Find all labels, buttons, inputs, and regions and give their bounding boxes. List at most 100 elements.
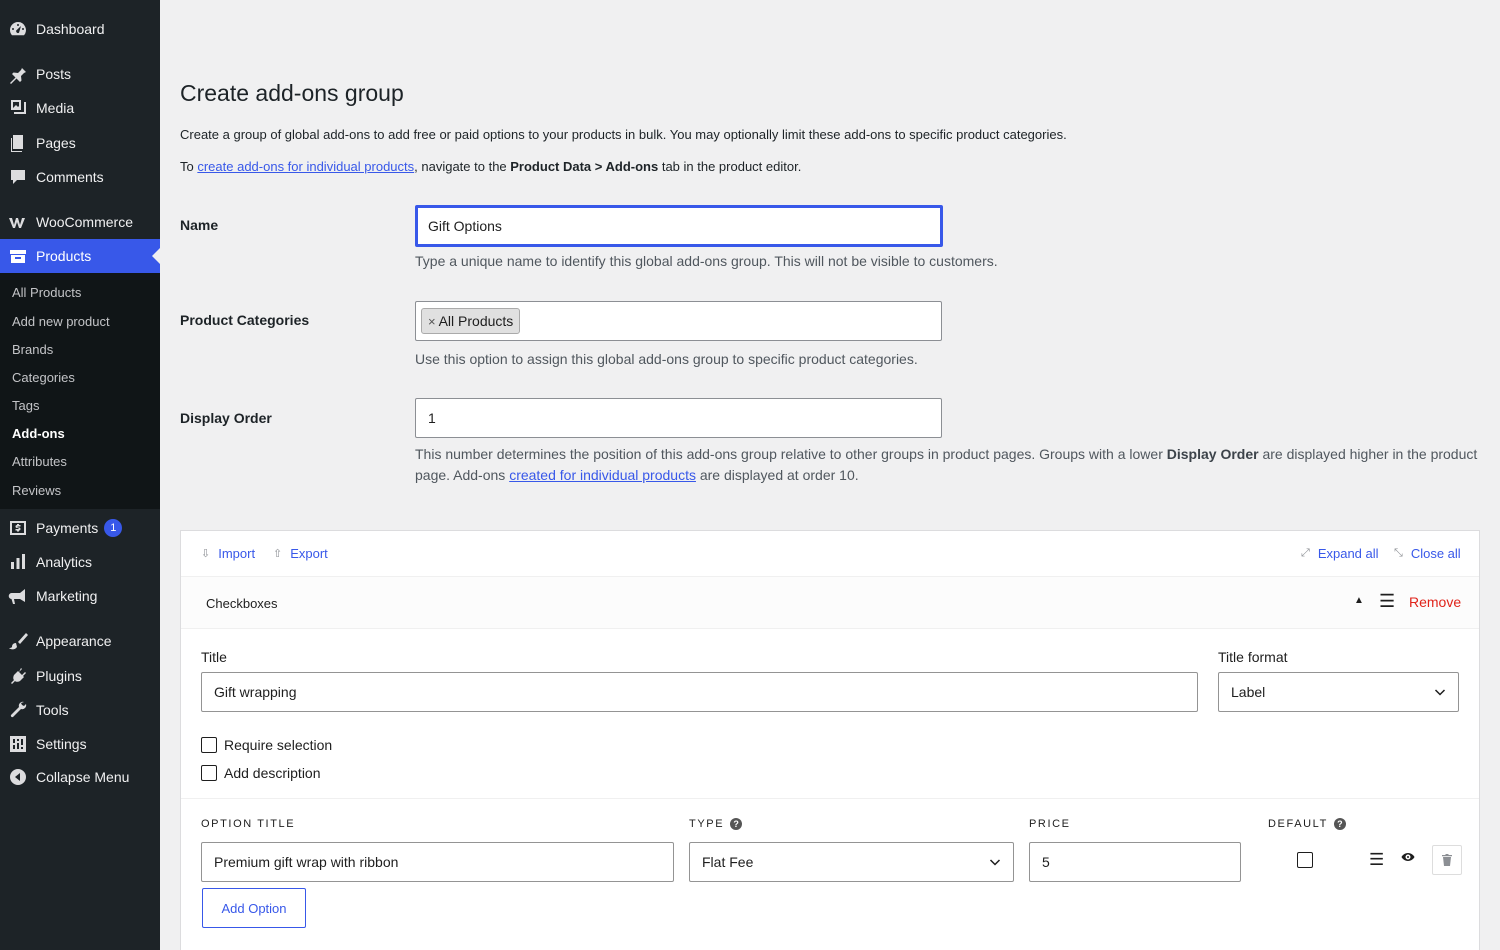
visibility-eye-icon[interactable] [1401,851,1415,863]
tag-remove-icon[interactable]: × [428,314,436,329]
option-drag-handle-icon[interactable]: ☰ [1369,850,1384,870]
export-label: Export [290,546,328,561]
product-categories-select[interactable]: × All Products [415,301,942,341]
close-all-button[interactable]: ⤡ Close all [1394,546,1461,561]
addon-header[interactable]: Checkboxes ▲ ☰ Remove [181,577,1479,629]
categories-hint: Use this option to assign this global ad… [415,351,918,367]
submenu-add-ons[interactable]: Add-ons [12,426,65,441]
submenu-categories[interactable]: Categories [12,370,75,385]
option-price-input[interactable]: 5 [1029,842,1241,882]
export-button[interactable]: ⇧ Export [273,546,328,561]
desc-text: To [180,159,198,174]
add-description-row[interactable]: Add description [201,765,321,781]
add-description-checkbox[interactable] [201,765,217,781]
addon-type-label: Checkboxes [206,596,278,611]
megaphone-icon [0,586,36,606]
menu-label: Collapse Menu [36,769,130,785]
add-option-button[interactable]: Add Option [202,888,306,928]
submenu-add-new-product[interactable]: Add new product [12,314,110,329]
addons-toolbar: ⇩ Import ⇧ Export ⤢ Expand all ⤡ Close all [181,531,1479,577]
menu-label: Comments [36,169,104,185]
pages-icon [0,133,36,153]
addon-title-input[interactable]: Gift wrapping [201,672,1198,712]
menu-label: Pages [36,135,76,151]
individual-addons-link[interactable]: create add-ons for individual products [197,159,414,174]
menu-item-dashboard[interactable]: Dashboard [0,12,160,46]
products-submenu: All Products Add new product Brands Cate… [0,273,160,509]
delete-option-trash-icon[interactable] [1432,845,1462,875]
drag-handle-icon[interactable]: ☰ [1379,591,1395,612]
menu-item-products[interactable]: Products [0,239,160,273]
brush-icon [0,631,36,651]
type-header: TYPE? [689,818,743,830]
submenu-all-products[interactable]: All Products [12,285,81,300]
menu-label: Settings [36,736,87,752]
page-description-secondary: To create add-ons for individual product… [180,159,801,174]
pin-icon [0,64,36,84]
add-description-label: Add description [224,765,321,781]
submenu-tags[interactable]: Tags [12,398,39,413]
menu-item-settings[interactable]: Settings [0,727,160,761]
page-description: Create a group of global add-ons to add … [180,127,1067,142]
menu-item-collapse[interactable]: Collapse Menu [0,760,160,794]
menu-item-media[interactable]: Media [0,91,160,125]
option-type-value: Flat Fee [702,854,754,870]
title-format-select[interactable]: Label [1218,672,1459,712]
menu-label: Appearance [36,633,112,649]
menu-item-payments[interactable]: Payments 1 [0,511,160,545]
menu-label: WooCommerce [36,214,133,230]
help-icon[interactable]: ? [1333,818,1346,830]
submenu-attributes[interactable]: Attributes [12,454,67,469]
tag-label: All Products [438,313,514,329]
import-label: Import [218,546,256,561]
option-default-checkbox[interactable] [1297,852,1313,868]
menu-item-tools[interactable]: Tools [0,693,160,727]
option-type-select[interactable]: Flat Fee [689,842,1014,882]
woo-icon [0,212,36,232]
menu-item-marketing[interactable]: Marketing [0,579,160,613]
desc-text: tab in the product editor. [658,159,802,174]
dashboard-icon [0,19,36,39]
menu-label: Plugins [36,668,82,684]
require-selection-checkbox[interactable] [201,737,217,753]
individual-products-link[interactable]: created for individual products [509,467,696,483]
chart-bar-icon [0,552,36,572]
menu-item-pages[interactable]: Pages [0,126,160,160]
name-input[interactable]: Gift Options [415,205,943,247]
remove-addon-button[interactable]: Remove [1409,594,1461,610]
menu-item-appearance[interactable]: Appearance [0,624,160,658]
expand-all-button[interactable]: ⤢ Expand all [1301,546,1379,561]
payments-icon [0,518,36,538]
option-title-input[interactable]: Premium gift wrap with ribbon [201,842,674,882]
export-icon: ⇧ [273,548,283,560]
menu-item-comments[interactable]: Comments [0,160,160,194]
help-icon[interactable]: ? [730,818,743,830]
media-icon [0,98,36,118]
collapse-icon [0,767,36,787]
header-text: DEFAULT [1268,818,1328,830]
menu-label: Posts [36,66,72,82]
import-icon: ⇩ [201,548,211,560]
display-order-hint: This number determines the position of t… [415,444,1480,486]
require-selection-row[interactable]: Require selection [201,737,332,753]
submenu-reviews[interactable]: Reviews [12,483,61,498]
header-text: PRICE [1029,818,1071,830]
expand-label: Expand all [1317,546,1379,561]
collapse-toggle-icon[interactable]: ▲ [1354,595,1364,606]
menu-label: Payments [36,520,99,536]
display-order-input[interactable]: 1 [415,398,942,438]
collapse-all-icon: ⤡ [1394,547,1403,559]
title-label: Title [201,649,227,665]
menu-item-plugins[interactable]: Plugins [0,659,160,693]
menu-item-posts[interactable]: Posts [0,57,160,91]
menu-item-woocommerce[interactable]: WooCommerce [0,205,160,239]
header-text: TYPE [689,818,725,830]
import-button[interactable]: ⇩ Import [201,546,255,561]
submenu-brands[interactable]: Brands [12,342,53,357]
product-categories-label: Product Categories [180,312,310,328]
hint-text: are displayed at order 10. [695,467,859,483]
comment-icon [0,167,36,187]
chevron-down-icon [1434,689,1446,696]
menu-item-analytics[interactable]: Analytics [0,545,160,579]
menu-label: Dashboard [36,21,105,37]
